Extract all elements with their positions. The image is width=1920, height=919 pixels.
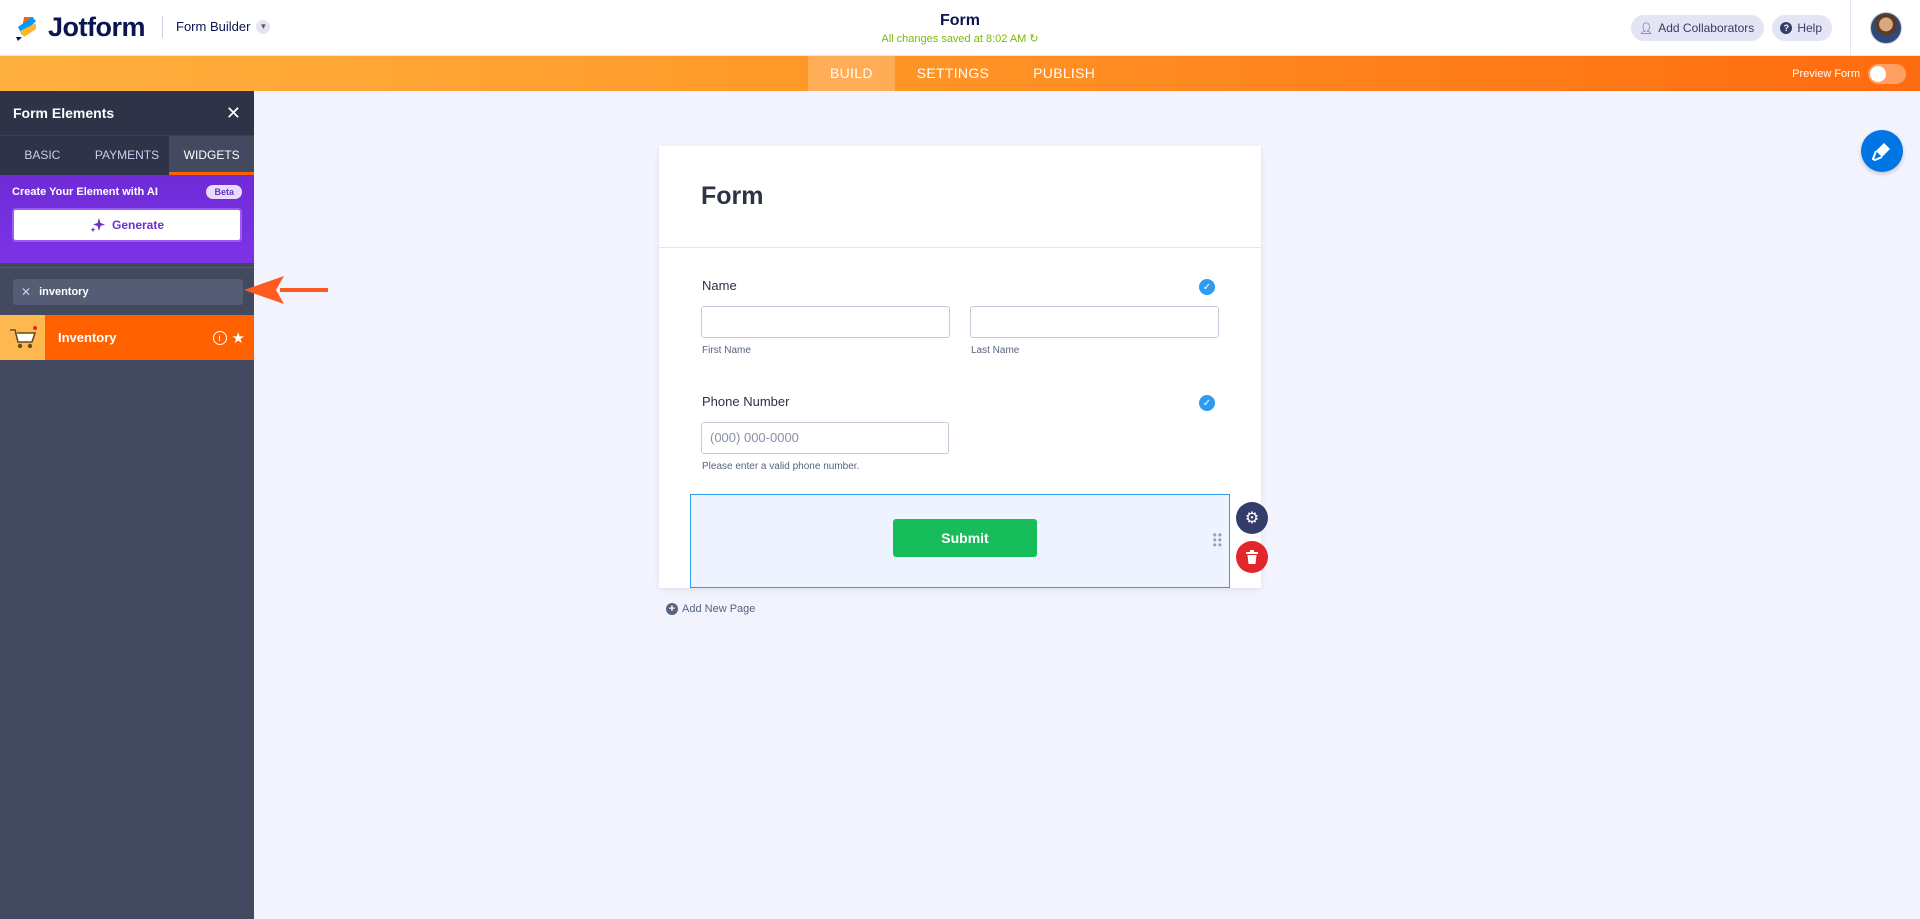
panel-divider (0, 267, 254, 268)
required-check-icon: ✓ (1199, 279, 1215, 295)
builder-tabs: BUILD SETTINGS PUBLISH (808, 56, 1117, 91)
top-header: Jotform Form Builder ▾ Form All changes … (0, 0, 1920, 56)
preview-form-toggle[interactable] (1868, 64, 1906, 84)
sparkle-icon (90, 218, 105, 233)
user-icon: 👤︎ (1639, 22, 1654, 35)
delete-field-button[interactable] (1236, 541, 1268, 573)
submit-field-selected[interactable]: Submit •• •• •• (690, 494, 1230, 588)
tab-basic[interactable]: BASIC (0, 136, 85, 175)
panel-title: Form Elements (13, 105, 115, 121)
shopping-cart-icon (0, 315, 45, 360)
tab-publish[interactable]: PUBLISH (1011, 56, 1117, 91)
tab-build[interactable]: BUILD (808, 56, 895, 91)
generate-button[interactable]: Generate (12, 208, 242, 242)
heading-divider (659, 247, 1261, 248)
star-icon[interactable]: ★ (232, 329, 245, 347)
add-collaborators-label: Add Collaborators (1658, 21, 1755, 35)
logo-text: Jotform (48, 12, 146, 42)
last-name-sublabel: Last Name (971, 345, 1020, 356)
paint-roller-icon (1872, 143, 1890, 161)
header-actions: 👤︎ Add Collaborators ? Help (1631, 0, 1920, 56)
refresh-icon: ↻ (1029, 33, 1039, 45)
add-page-label: Add New Page (682, 603, 756, 615)
required-check-icon: ✓ (1199, 395, 1215, 411)
form-builder-menu[interactable]: Form Builder ▾ (176, 19, 271, 34)
first-name-sublabel: First Name (702, 345, 751, 356)
chevron-down-icon: ▾ (256, 19, 271, 34)
phone-number-input[interactable]: (000) 000-0000 (701, 422, 949, 454)
annotation-arrow-icon (244, 276, 328, 304)
search-value: inventory (39, 286, 89, 298)
form-elements-panel: Form Elements ✕ BASIC PAYMENTS WIDGETS C… (0, 91, 255, 919)
close-icon[interactable]: ✕ (226, 103, 241, 124)
form-designer-button[interactable] (1861, 130, 1903, 172)
preview-form-label: Preview Form (1792, 68, 1860, 80)
help-button[interactable]: ? Help (1772, 15, 1832, 41)
help-label: Help (1797, 21, 1822, 35)
tab-payments[interactable]: PAYMENTS (85, 136, 170, 175)
beta-badge: Beta (206, 185, 242, 199)
first-name-input[interactable] (701, 306, 950, 338)
drag-handle-icon[interactable]: •• •• •• (1213, 529, 1223, 551)
clear-search-icon[interactable]: ✕ (21, 285, 31, 299)
generate-label: Generate (111, 218, 165, 232)
preview-form-control: Preview Form (1792, 64, 1906, 84)
add-new-page-button[interactable]: + Add New Page (666, 603, 755, 615)
ai-header: Create Your Element with AI Beta (12, 185, 242, 199)
avatar (1869, 12, 1902, 44)
ai-element-box: Create Your Element with AI Beta Generat… (0, 175, 254, 263)
plus-icon: + (666, 603, 678, 615)
form-name-title[interactable]: Form (760, 12, 1160, 30)
form-heading[interactable]: Form (701, 182, 764, 211)
tab-widgets[interactable]: WIDGETS (169, 136, 255, 175)
save-status: All changes saved at 8:02 AM ↻ (760, 32, 1160, 45)
ai-title: Create Your Element with AI (12, 186, 158, 198)
field-settings-button[interactable]: ⚙ (1236, 502, 1268, 534)
form-title-block: Form All changes saved at 8:02 AM ↻ (760, 12, 1160, 45)
submit-button[interactable]: Submit (893, 519, 1037, 557)
add-collaborators-button[interactable]: 👤︎ Add Collaborators (1631, 15, 1765, 41)
phone-field-label[interactable]: Phone Number (702, 394, 789, 409)
tab-settings[interactable]: SETTINGS (895, 56, 1011, 91)
phone-sublabel: Please enter a valid phone number. (702, 461, 860, 472)
gear-icon: ⚙ (1244, 510, 1260, 527)
form-canvas: Form Name ✓ First Name Last Name Phone N… (659, 146, 1261, 588)
jotform-logo[interactable]: Jotform (14, 12, 146, 43)
widget-item-inventory[interactable]: Inventory i ★ (0, 315, 254, 360)
element-tabs: BASIC PAYMENTS WIDGETS (0, 135, 255, 175)
form-builder-label: Form Builder (176, 19, 251, 34)
trash-icon (1246, 550, 1258, 564)
question-icon: ? (1780, 22, 1793, 34)
panel-header: Form Elements ✕ (0, 91, 254, 135)
account-menu[interactable] (1850, 0, 1920, 56)
header-divider (162, 16, 163, 38)
last-name-input[interactable] (970, 306, 1219, 338)
jotform-logo-icon (16, 16, 36, 41)
info-icon[interactable]: i (212, 330, 227, 345)
widget-label: Inventory (58, 330, 117, 345)
builder-navbar: BUILD SETTINGS PUBLISH Preview Form (0, 56, 1920, 91)
save-status-text: All changes saved at 8:02 AM (881, 33, 1027, 45)
widget-search-input[interactable]: ✕ inventory (13, 279, 243, 305)
name-field-label[interactable]: Name (702, 278, 737, 293)
